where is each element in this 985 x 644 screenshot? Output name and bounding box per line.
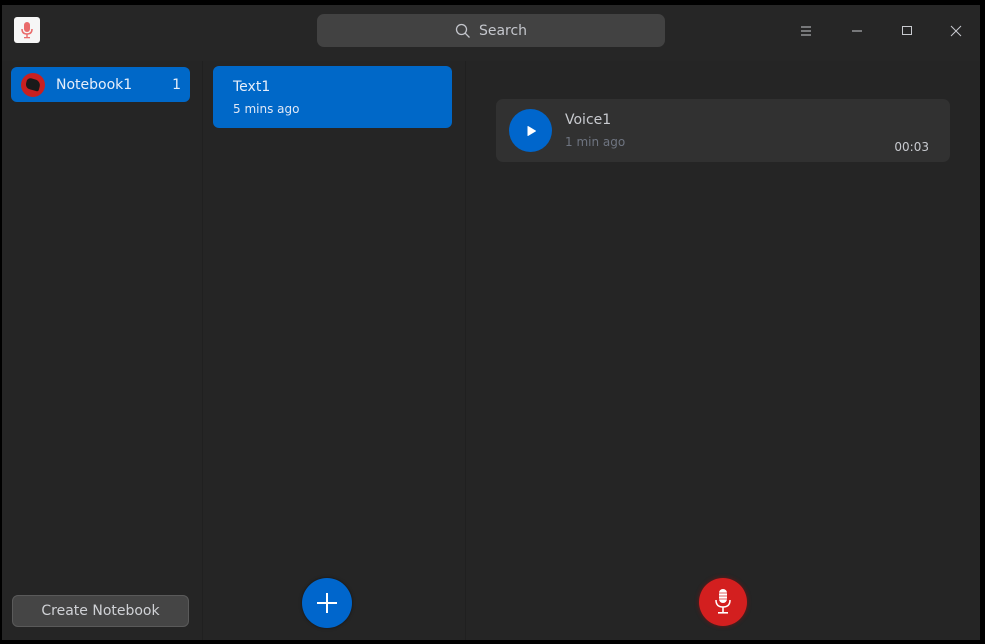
note-detail-pane: Voice1 1 min ago 00:03: [466, 61, 980, 640]
note-item[interactable]: Text1 5 mins ago: [213, 66, 452, 128]
create-notebook-button[interactable]: Create Notebook: [12, 595, 189, 627]
close-button[interactable]: [944, 19, 968, 43]
note-title: Text1: [233, 79, 271, 95]
notebook-sidebar: Notebook1 1 Create Notebook: [2, 61, 203, 640]
search-icon: [455, 23, 470, 38]
search-placeholder: Search: [478, 22, 528, 39]
play-button[interactable]: [509, 109, 552, 152]
notebook-count: 1: [172, 76, 181, 93]
voice-time: 1 min ago: [565, 135, 626, 149]
voice-item[interactable]: Voice1 1 min ago 00:03: [496, 99, 950, 162]
search-input[interactable]: Search: [317, 14, 665, 47]
close-icon: [950, 25, 962, 37]
plus-icon: [317, 593, 337, 613]
hamburger-menu-icon: [801, 26, 811, 36]
microphone-icon: [21, 22, 33, 39]
menu-button[interactable]: [794, 19, 818, 43]
notebook-item[interactable]: Notebook1 1: [11, 67, 190, 102]
add-note-button[interactable]: [302, 578, 352, 628]
app-icon: [14, 17, 40, 43]
titlebar: Search: [2, 5, 980, 61]
note-time: 5 mins ago: [233, 102, 300, 116]
minimize-icon: [852, 30, 862, 32]
notebook-name: Notebook1: [56, 76, 133, 93]
record-button[interactable]: [699, 578, 747, 626]
microphone-icon: [715, 589, 731, 614]
voice-title: Voice1: [565, 112, 612, 128]
notes-list-pane: Text1 5 mins ago: [203, 61, 466, 640]
app-window: Search Notebook1 1 Create Notebook Text1…: [2, 5, 980, 640]
maximize-icon: [902, 26, 912, 35]
notebook-avatar: [21, 72, 45, 97]
voice-duration: 00:03: [894, 140, 929, 154]
maximize-button[interactable]: [895, 19, 919, 43]
play-icon: [527, 125, 536, 136]
minimize-button[interactable]: [845, 19, 869, 43]
